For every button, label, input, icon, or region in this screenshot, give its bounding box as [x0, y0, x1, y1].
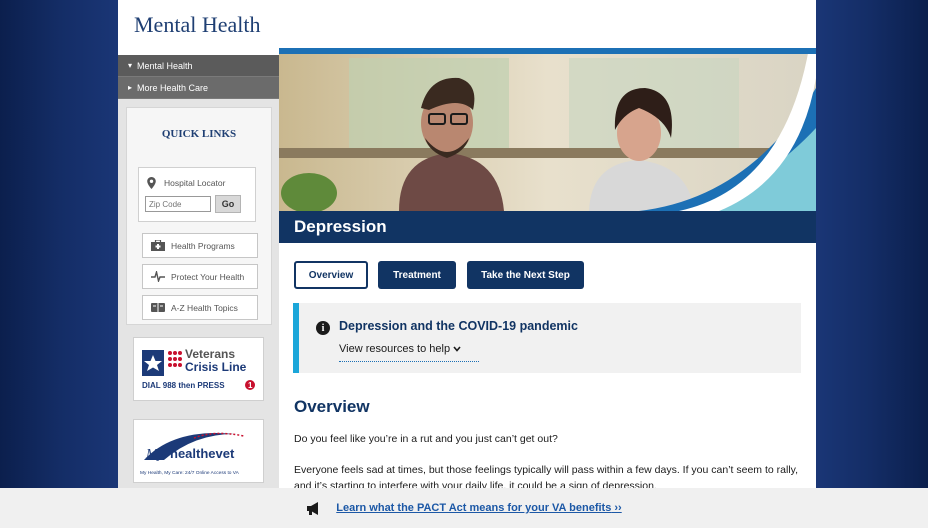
- my-healthevet-banner[interactable]: My healthevet My Health, My Care: 24/7 O…: [133, 419, 264, 483]
- pulse-icon: [151, 271, 165, 282]
- quick-links-title: QUICK LINKS: [161, 128, 237, 140]
- alert-heading: Depression and the COVID-19 pandemic: [339, 319, 578, 333]
- tab-take-the-next-step[interactable]: Take the Next Step: [467, 261, 584, 289]
- protect-your-health-button[interactable]: Protect Your Health: [142, 264, 258, 289]
- sidebar-item-label: More Health Care: [137, 82, 209, 93]
- a-z-health-topics-button[interactable]: A-Z Health Topics: [142, 295, 258, 320]
- first-aid-kit-icon: [151, 240, 165, 251]
- pact-act-banner: Learn what the PACT Act means for your V…: [0, 488, 928, 528]
- site-title[interactable]: Mental Health: [134, 12, 260, 38]
- go-button[interactable]: Go: [215, 195, 241, 213]
- covid-alert: i Depression and the COVID-19 pandemic V…: [293, 303, 801, 373]
- hero-image: [279, 48, 816, 211]
- healthevet-tagline: My Health, My Care: 24/7 Online Access t…: [140, 470, 240, 476]
- tab-treatment[interactable]: Treatment: [378, 261, 456, 289]
- crisis-title-1: Veterans: [185, 347, 235, 361]
- healthevet-brand-2: healthevet: [170, 446, 235, 461]
- overview-heading: Overview: [294, 397, 370, 416]
- hero-photo-illustration: [279, 48, 816, 211]
- health-programs-button[interactable]: Health Programs: [142, 233, 258, 258]
- sidebar-item-more-health-care[interactable]: ▸ More Health Care: [118, 77, 279, 99]
- crisis-dial-text: DIAL 988 then PRESS: [142, 381, 225, 390]
- view-resources-toggle[interactable]: View resources to help: [339, 343, 479, 362]
- hospital-locator: Hospital Locator Go: [138, 167, 256, 222]
- sidebar-item-label: Mental Health: [137, 60, 193, 71]
- crisis-title-2: Crisis Line: [185, 360, 247, 374]
- view-resources-label: View resources to help: [339, 343, 451, 355]
- zip-code-input[interactable]: [145, 196, 211, 212]
- info-icon: i: [316, 321, 330, 335]
- page-heading: Depression: [279, 211, 816, 243]
- my-healthevet-logo: My healthevet My Health, My Care: 24/7 O…: [140, 432, 245, 476]
- svg-text:1: 1: [248, 381, 253, 390]
- sidebar: ▾ Mental Health ▸ More Health Care QUICK…: [118, 55, 279, 528]
- caret-right-icon: ▸: [128, 83, 133, 92]
- veterans-crisis-line-banner[interactable]: Veterans Crisis Line DIAL 988 then PRESS…: [133, 337, 264, 401]
- veterans-crisis-line-logo: Veterans Crisis Line DIAL 988 then PRESS…: [142, 347, 255, 390]
- hero-accent-bar: [279, 48, 816, 54]
- hospital-locator-label: Hospital Locator: [164, 178, 226, 188]
- book-icon: [151, 303, 165, 312]
- page-content: Mental Health ▾ Mental Health ▸ More Hea…: [118, 0, 816, 528]
- sidebar-item-mental-health[interactable]: ▾ Mental Health: [118, 55, 279, 77]
- caret-down-icon: ▾: [128, 61, 133, 70]
- pact-act-link[interactable]: Learn what the PACT Act means for your V…: [336, 502, 621, 514]
- megaphone-icon: [307, 501, 319, 515]
- healthevet-brand-1: My: [145, 447, 165, 462]
- quick-links-panel: QUICK LINKS Hospital Locator Go Health P…: [126, 107, 272, 325]
- chevron-down-icon: [453, 346, 461, 352]
- tab-overview[interactable]: Overview: [294, 261, 368, 289]
- map-pin-icon: [147, 177, 156, 189]
- overview-paragraph-1: Do you feel like you’re in a rut and you…: [294, 433, 558, 445]
